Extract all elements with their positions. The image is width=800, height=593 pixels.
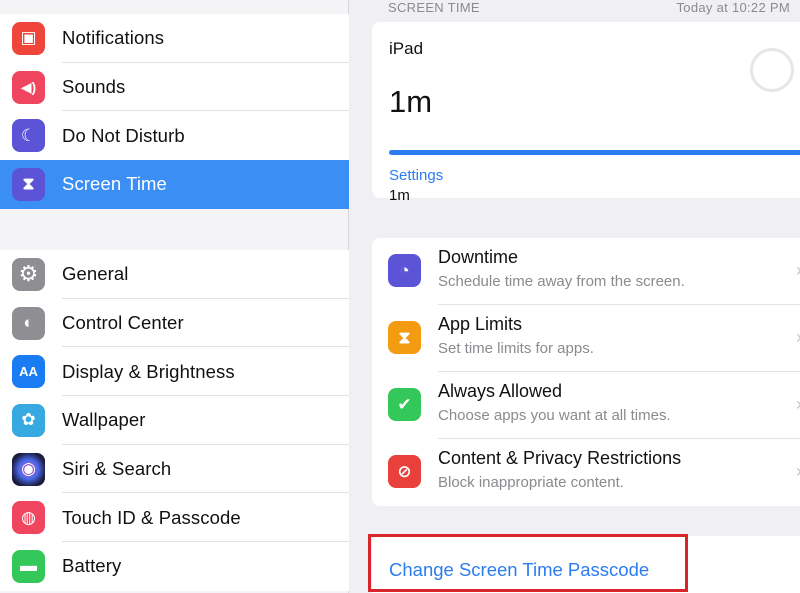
notifications-icon: ▣ bbox=[12, 21, 45, 55]
screen-time-panel: SCREEN TIME Today at 10:22 PM iPad 1m Se… bbox=[350, 0, 800, 593]
toggles-icon: ◐ bbox=[12, 306, 45, 340]
sidebar-item-siri-search[interactable]: ◉ Siri & Search bbox=[0, 445, 349, 494]
sidebar-item-label: Do Not Disturb bbox=[62, 124, 185, 146]
chevron-right-icon: › bbox=[796, 461, 800, 482]
sidebar-item-label: General bbox=[62, 263, 129, 285]
item-title: App Limits bbox=[438, 314, 523, 334]
sidebar-item-label: Sounds bbox=[62, 76, 126, 98]
timestamp: Today at 10:22 PM bbox=[676, 0, 790, 15]
sidebar-item-screen-time[interactable]: ⧗ Screen Time bbox=[0, 160, 349, 209]
sidebar-item-notifications[interactable]: ▣ Notifications bbox=[0, 14, 349, 63]
battery-icon: ▬ bbox=[12, 549, 45, 583]
usage-category: Settings bbox=[389, 167, 444, 184]
sidebar-item-label: Control Center bbox=[62, 312, 184, 334]
chevron-right-icon: › bbox=[796, 394, 800, 415]
gear-icon: ⚙ bbox=[12, 257, 45, 291]
chevron-right-icon: › bbox=[796, 260, 800, 281]
sidebar-item-label: Notifications bbox=[62, 27, 165, 49]
sidebar-item-label: Siri & Search bbox=[62, 458, 172, 480]
usage-card[interactable]: iPad 1m Settings 1m bbox=[372, 22, 800, 204]
hourglass-icon: ⧗ bbox=[388, 321, 421, 354]
sidebar-item-label: Display & Brightness bbox=[62, 360, 235, 382]
usage-category-time: 1m bbox=[389, 187, 410, 204]
sidebar-item-control-center[interactable]: ◐ Control Center bbox=[0, 299, 349, 348]
features-card: ◔ Downtime Schedule time away from the s… bbox=[372, 238, 800, 506]
settings-sidebar: ▣ Notifications ◀) Sounds ☾ Do Not Distu… bbox=[0, 0, 349, 593]
sidebar-group-1: ▣ Notifications ◀) Sounds ☾ Do Not Distu… bbox=[0, 14, 349, 209]
item-subtitle: Choose apps you want at all times. bbox=[438, 407, 671, 424]
section-title: SCREEN TIME bbox=[388, 0, 480, 15]
usage-bar bbox=[389, 150, 800, 155]
sidebar-item-wallpaper[interactable]: ✿ Wallpaper bbox=[0, 396, 349, 445]
item-title: Downtime bbox=[438, 247, 519, 267]
sidebar-item-label: Battery bbox=[62, 555, 122, 577]
text-size-icon: AA bbox=[12, 355, 45, 389]
sidebar-item-battery[interactable]: ▬ Battery bbox=[0, 542, 349, 591]
item-title: Always Allowed bbox=[438, 381, 563, 401]
device-name: iPad bbox=[389, 39, 424, 58]
list-item-always-allowed[interactable]: ✔ Always Allowed Choose apps you want at… bbox=[372, 372, 800, 439]
downtime-icon: ◔ bbox=[388, 254, 421, 287]
sidebar-item-sounds[interactable]: ◀) Sounds bbox=[0, 63, 349, 112]
flower-icon: ✿ bbox=[12, 403, 45, 437]
no-entry-icon: ⊘ bbox=[388, 455, 421, 488]
item-subtitle: Schedule time away from the screen. bbox=[438, 273, 685, 290]
sidebar-item-label: Screen Time bbox=[62, 173, 167, 195]
sidebar-item-touch-id-passcode[interactable]: ◍ Touch ID & Passcode bbox=[0, 493, 349, 543]
sidebar-item-display-brightness[interactable]: AA Display & Brightness bbox=[0, 347, 349, 397]
sidebar-item-do-not-disturb[interactable]: ☾ Do Not Disturb bbox=[0, 111, 349, 160]
sidebar-group-2: ⚙ General ◐ Control Center AA Display & … bbox=[0, 250, 349, 591]
list-item-downtime[interactable]: ◔ Downtime Schedule time away from the s… bbox=[372, 238, 800, 305]
usage-bar-fill bbox=[389, 150, 800, 155]
list-item-content-privacy[interactable]: ⊘ Content & Privacy Restrictions Block i… bbox=[372, 439, 800, 506]
highlight-box bbox=[368, 534, 688, 592]
sidebar-item-label: Wallpaper bbox=[62, 409, 146, 431]
section-header: SCREEN TIME Today at 10:22 PM bbox=[388, 0, 800, 15]
chevron-right-icon: › bbox=[796, 327, 800, 348]
speaker-icon: ◀) bbox=[12, 70, 45, 104]
list-item-app-limits[interactable]: ⧗ App Limits Set time limits for apps. › bbox=[372, 305, 800, 372]
watermark-icon bbox=[750, 48, 794, 92]
item-title: Content & Privacy Restrictions bbox=[438, 448, 682, 468]
check-badge-icon: ✔ bbox=[388, 388, 421, 421]
item-subtitle: Set time limits for apps. bbox=[438, 340, 594, 357]
siri-icon: ◉ bbox=[12, 452, 45, 486]
hourglass-icon: ⧗ bbox=[12, 167, 45, 201]
total-usage: 1m bbox=[389, 84, 433, 119]
sidebar-item-label: Touch ID & Passcode bbox=[62, 506, 241, 528]
fingerprint-icon: ◍ bbox=[12, 501, 45, 535]
item-subtitle: Block inappropriate content. bbox=[438, 474, 624, 491]
moon-icon: ☾ bbox=[12, 119, 45, 153]
sidebar-item-general[interactable]: ⚙ General bbox=[0, 250, 349, 299]
